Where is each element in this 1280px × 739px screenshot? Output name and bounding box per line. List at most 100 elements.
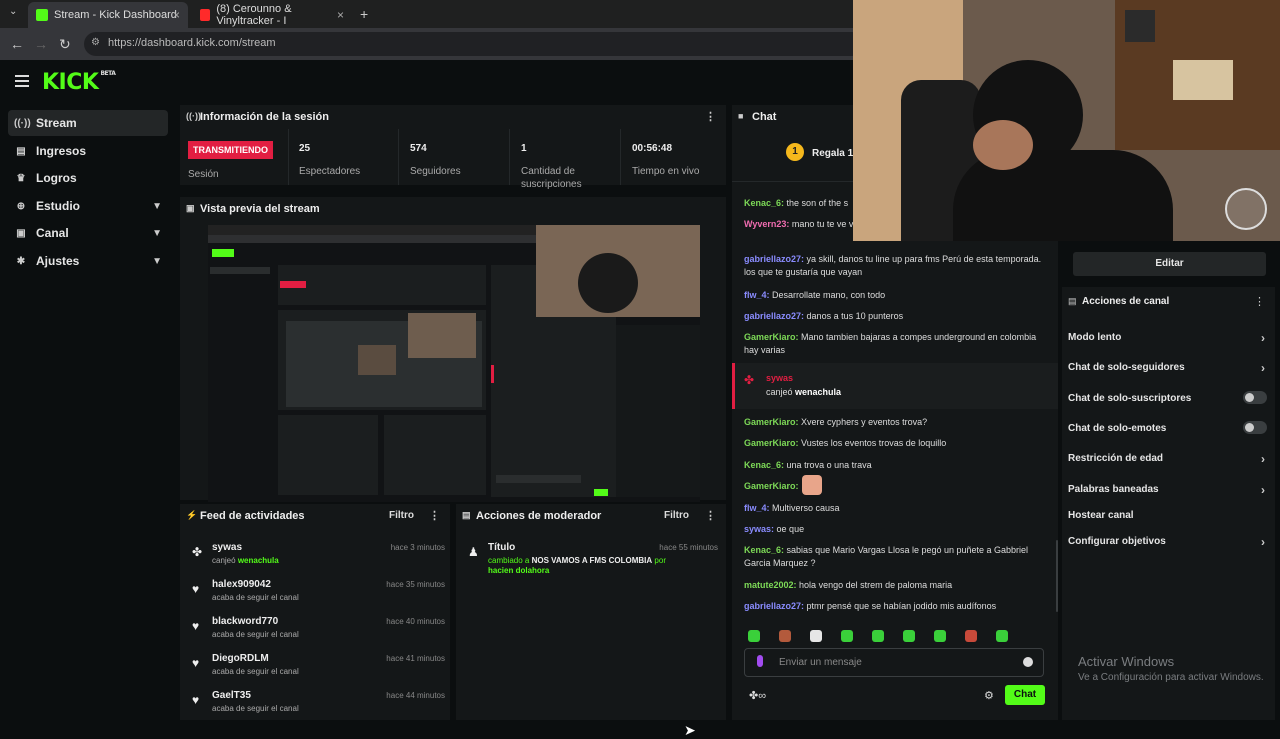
emote-icon[interactable] [996,630,1008,642]
sidebar-item-ajustes[interactable]: ✱ Ajustes ▼ [8,248,168,274]
activity-feed-header: ⚡ Feed de actividades Filtro ⋮ [180,504,450,528]
microphone-icon[interactable] [757,655,763,667]
gear-icon[interactable]: ⚙ [984,689,994,702]
chat-username[interactable]: flw_4: [744,503,770,513]
divider [288,129,289,185]
more-options-icon[interactable]: ⋮ [429,509,440,522]
edit-button[interactable]: Editar [1073,252,1266,276]
chat-username[interactable]: GamerKiaro: [744,332,799,342]
channel-action-slow-mode[interactable]: Modo lento › [1068,331,1273,345]
studio-icon: ⊕ [16,200,26,212]
menu-icon[interactable] [15,75,29,90]
sidebar-item-label: Ajustes [36,254,80,268]
back-icon[interactable]: ← [10,36,24,52]
channel-action-age-restriction[interactable]: Restricción de edad › [1068,452,1273,466]
emote-icon[interactable] [934,630,946,642]
channel-action-emotes-only[interactable]: Chat de solo-emotes [1068,421,1273,434]
subscribers-only-toggle[interactable] [1243,391,1267,404]
gear-icon: ✱ [16,255,26,267]
reload-icon[interactable]: ↻ [59,36,71,53]
tab-list-chevron-icon[interactable]: ⌄ [9,6,17,17]
channel-action-goals[interactable]: Configurar objetivos › [1068,535,1273,549]
chat-username[interactable]: flw_4: [744,290,770,300]
chat-username[interactable]: sywas: [744,524,774,534]
tab-kick-dashboard[interactable]: Stream - Kick Dashboard × [28,2,188,28]
activity-user[interactable]: blackword770 [212,616,278,627]
activity-item: ♥ halex909042 acaba de seguir el canal h… [190,579,445,615]
kick-logo[interactable]: KICK BETA [42,70,116,95]
tab-youtube[interactable]: (8) Cerounno & Vinyltracker - I × [192,2,352,28]
emoji-picker-icon[interactable] [1023,657,1033,667]
close-tab-icon[interactable]: × [337,8,344,22]
send-chat-button[interactable]: Chat [1005,685,1045,705]
activity-user[interactable]: sywas [212,542,242,553]
sidebar-item-canal[interactable]: ▣ Canal ▼ [8,220,168,246]
activity-user[interactable]: DiegoRDLM [212,653,269,664]
chat-input[interactable]: Enviar un mensaje [744,648,1044,677]
moderator-user[interactable]: hacien dolahora [488,566,549,575]
activity-user[interactable]: GaelT35 [212,690,251,701]
chat-username[interactable]: matute2002: [744,580,797,590]
panel-title: Vista previa del stream [200,203,320,215]
emote-icon[interactable] [903,630,915,642]
emote-icon[interactable] [872,630,884,642]
activity-user[interactable]: halex909042 [212,579,271,590]
sidebar-item-ingresos[interactable]: ▤ Ingresos [8,138,168,164]
heart-icon: ♥ [192,656,200,670]
chat-username[interactable]: Kenac_6: [744,460,784,470]
webcam-shelf-item [1125,10,1155,42]
stat-label: Sesión [188,169,219,180]
channel-action-host[interactable]: Hostear canal [1068,510,1273,521]
emote-icon[interactable] [810,630,822,642]
emotes-only-toggle[interactable] [1243,421,1267,434]
chat-username[interactable]: GamerKiaro: [744,481,799,491]
channel-action-banned-words[interactable]: Palabras baneadas › [1068,483,1273,497]
chat-username[interactable]: gabriellazo27: [744,311,804,321]
channel-action-subscribers-only[interactable]: Chat de solo-suscriptores [1068,391,1273,404]
close-tab-icon[interactable]: × [173,8,180,22]
live-status: TRANSMITIENDO Sesión [188,141,273,181]
redeem-user[interactable]: sywas [766,373,793,383]
chat-message: matute2002: hola vengo del strem de palo… [744,579,1044,592]
sidebar-item-logros[interactable]: ♛ Logros [8,165,168,191]
more-options-icon[interactable]: ⋮ [705,110,716,123]
more-options-icon[interactable]: ⋮ [1254,295,1265,308]
forward-icon[interactable]: → [34,36,48,52]
sidebar-item-label: Estudio [36,199,80,213]
new-tab-button[interactable]: + [360,6,368,22]
heart-icon: ♥ [192,693,200,707]
reward-name: wenachula [237,556,279,565]
chevron-down-icon: ▼ [152,200,162,212]
chat-username[interactable]: Kenac_6: [744,198,784,208]
url-field[interactable]: ⚙ https://dashboard.kick.com/stream [84,32,864,56]
chat-scrollbar[interactable] [1056,540,1058,612]
stream-preview-video[interactable] [208,225,700,502]
chat-username[interactable]: gabriellazo27: [744,254,804,264]
chat-username[interactable]: gabriellazo27: [744,601,804,611]
filter-button[interactable]: Filtro [664,510,689,521]
emote-icon[interactable] [841,630,853,642]
stat-value: 1 [521,143,527,154]
chat-username[interactable]: GamerKiaro: [744,417,799,427]
heart-icon: ♥ [192,619,200,633]
activity-desc-text: canjeó [212,556,236,565]
sidebar-item-stream[interactable]: ((·)) Stream [8,110,168,136]
activity-time: hace 3 minutos [390,543,445,552]
more-options-icon[interactable]: ⋮ [705,509,716,522]
action-desc: cambiado a NOS VAMOS A FMS COLOMBIA por … [488,556,688,576]
site-info-icon[interactable]: ⚙ [91,37,100,48]
emote-icon[interactable] [779,630,791,642]
chat-username[interactable]: Kenac_6: [744,545,784,555]
chat-message: gabriellazo27: ptmr pensé que se habían … [744,600,1044,613]
chat-username[interactable]: GamerKiaro: [744,438,799,448]
activity-item: ✤ sywas canjeó wenachula hace 3 minutos [190,542,445,578]
sidebar-item-estudio[interactable]: ⊕ Estudio ▼ [8,193,168,219]
channel-action-followers-only[interactable]: Chat de solo-seguidores › [1068,361,1273,375]
emote-icon[interactable] [748,630,760,642]
emote-icon[interactable] [965,630,977,642]
filter-button[interactable]: Filtro [389,510,414,521]
action-desc-by: por [654,556,666,565]
chat-username[interactable]: Wyvern23: [744,219,789,229]
moderator-actions-panel: ▤ Acciones de moderador Filtro ⋮ ♟ Títul… [456,504,726,738]
users-icon[interactable]: ✤∞ [749,689,766,702]
